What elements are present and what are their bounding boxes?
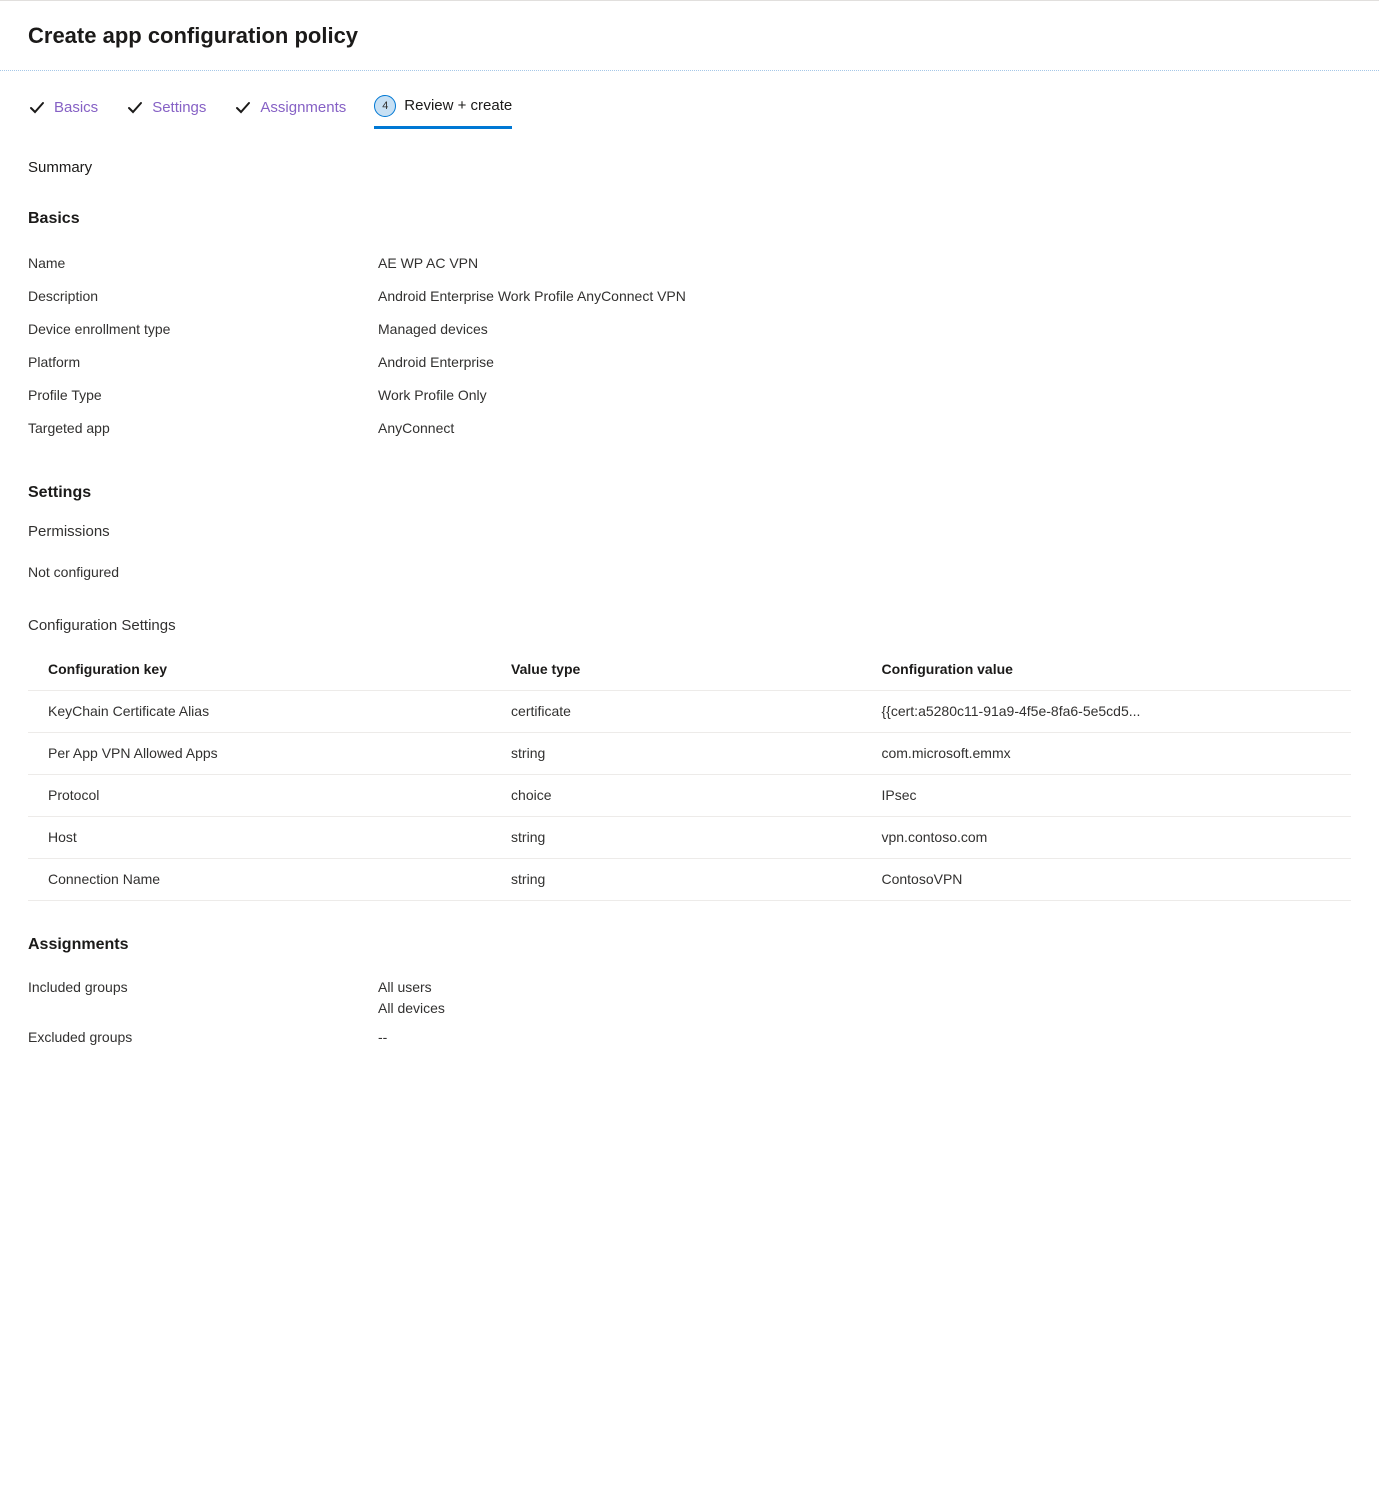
basics-row: Device enrollment type Managed devices (28, 313, 1351, 346)
config-settings-table: Configuration key Value type Configurati… (28, 649, 1351, 901)
config-type: string (491, 859, 861, 901)
table-row: Connection Name string ContosoVPN (28, 859, 1351, 901)
config-value: com.microsoft.emmx (861, 733, 1351, 775)
tab-settings-label: Settings (152, 97, 206, 120)
table-row: Protocol choice IPsec (28, 775, 1351, 817)
tab-review-create[interactable]: 4 Review + create (374, 95, 512, 129)
excluded-groups-values: -- (378, 1027, 387, 1048)
config-table-header-key: Configuration key (28, 649, 491, 691)
page-header: Create app configuration policy (0, 0, 1379, 71)
step-number-badge: 4 (374, 95, 396, 117)
check-icon (234, 99, 252, 117)
basics-value: AnyConnect (378, 418, 454, 439)
excluded-groups-row: Excluded groups -- (28, 1023, 1351, 1052)
settings-heading: Settings (28, 481, 1351, 505)
included-groups-row: Included groups All users All devices (28, 973, 1351, 1023)
basics-value: Android Enterprise (378, 352, 494, 373)
basics-key: Platform (28, 352, 378, 373)
config-value: IPsec (861, 775, 1351, 817)
page-title: Create app configuration policy (28, 19, 1351, 52)
config-table-header-type: Value type (491, 649, 861, 691)
basics-row: Platform Android Enterprise (28, 346, 1351, 379)
basics-value: Android Enterprise Work Profile AnyConne… (378, 286, 686, 307)
basics-value: AE WP AC VPN (378, 253, 478, 274)
config-type: string (491, 817, 861, 859)
assignments-heading: Assignments (28, 933, 1351, 957)
config-type: choice (491, 775, 861, 817)
tab-assignments-label: Assignments (260, 97, 346, 120)
excluded-groups-label: Excluded groups (28, 1027, 378, 1048)
config-value: {{cert:a5280c11-91a9-4f5e-8fa6-5e5cd5... (861, 691, 1351, 733)
basics-table: Name AE WP AC VPN Description Android En… (28, 247, 1351, 445)
check-icon (126, 99, 144, 117)
table-row: KeyChain Certificate Alias certificate {… (28, 691, 1351, 733)
config-table-header-value: Configuration value (861, 649, 1351, 691)
basics-key: Device enrollment type (28, 319, 378, 340)
excluded-group-value: -- (378, 1027, 387, 1048)
config-type: certificate (491, 691, 861, 733)
tab-basics[interactable]: Basics (28, 97, 98, 128)
basics-value: Work Profile Only (378, 385, 487, 406)
config-type: string (491, 733, 861, 775)
permissions-value: Not configured (28, 562, 1351, 583)
basics-key: Profile Type (28, 385, 378, 406)
included-group-value: All users (378, 977, 445, 998)
summary-label: Summary (28, 157, 1351, 180)
tab-review-label: Review + create (404, 95, 512, 118)
basics-heading: Basics (28, 207, 1351, 231)
wizard-tabs: Basics Settings Assignments 4 Review + c… (28, 95, 1351, 129)
included-group-value: All devices (378, 998, 445, 1019)
tab-settings[interactable]: Settings (126, 97, 206, 128)
config-key: Per App VPN Allowed Apps (28, 733, 491, 775)
config-settings-label: Configuration Settings (28, 615, 1351, 638)
basics-key: Name (28, 253, 378, 274)
check-icon (28, 99, 46, 117)
table-row: Per App VPN Allowed Apps string com.micr… (28, 733, 1351, 775)
included-groups-values: All users All devices (378, 977, 445, 1019)
config-value: vpn.contoso.com (861, 817, 1351, 859)
content-area: Basics Settings Assignments 4 Review + c… (0, 71, 1379, 1096)
config-key: Connection Name (28, 859, 491, 901)
basics-row: Description Android Enterprise Work Prof… (28, 280, 1351, 313)
basics-key: Description (28, 286, 378, 307)
tab-assignments[interactable]: Assignments (234, 97, 346, 128)
config-key: Protocol (28, 775, 491, 817)
config-key: KeyChain Certificate Alias (28, 691, 491, 733)
config-value: ContosoVPN (861, 859, 1351, 901)
config-key: Host (28, 817, 491, 859)
permissions-label: Permissions (28, 521, 1351, 544)
table-row: Host string vpn.contoso.com (28, 817, 1351, 859)
basics-row: Targeted app AnyConnect (28, 412, 1351, 445)
basics-value: Managed devices (378, 319, 488, 340)
assignments-table: Included groups All users All devices Ex… (28, 973, 1351, 1052)
included-groups-label: Included groups (28, 977, 378, 1019)
basics-row: Profile Type Work Profile Only (28, 379, 1351, 412)
tab-basics-label: Basics (54, 97, 98, 120)
basics-key: Targeted app (28, 418, 378, 439)
basics-row: Name AE WP AC VPN (28, 247, 1351, 280)
